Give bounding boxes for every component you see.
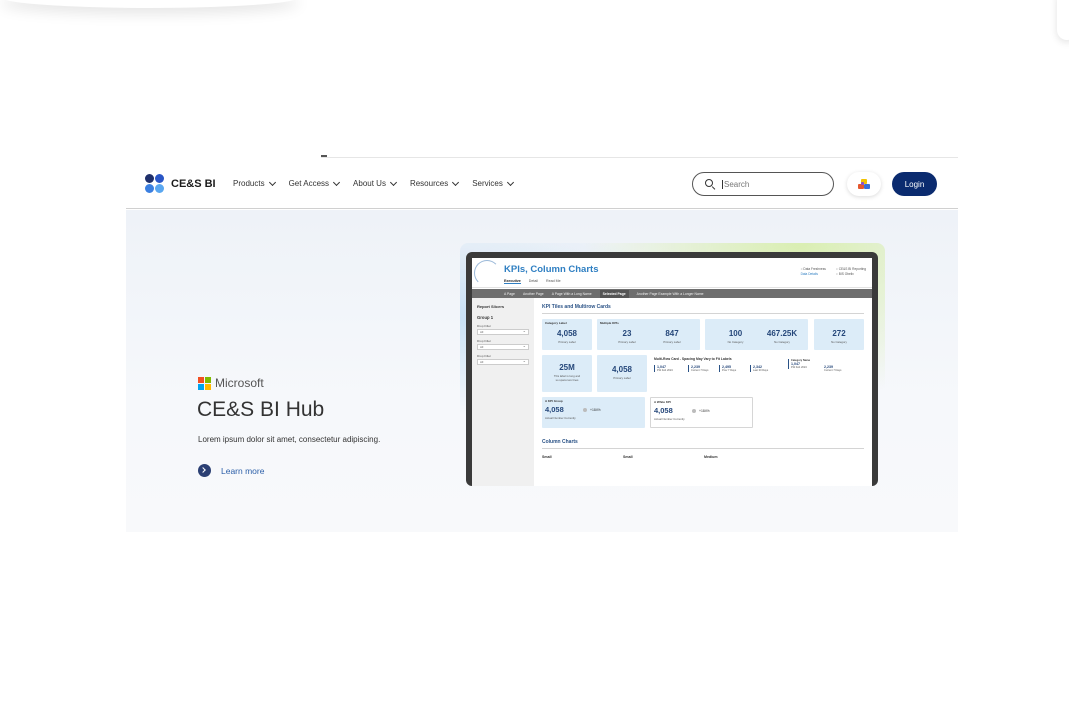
nav-item-services[interactable]: Services: [472, 178, 514, 188]
kpi-card: Category Label 4,058 Primary Label: [542, 319, 592, 350]
multirow-item: 2,239 Current 7 Days: [824, 365, 842, 372]
report-tabs: Executive Detail Read Me: [504, 279, 569, 284]
apps-icon: [858, 178, 870, 190]
report-page-item: Another Page Example With a Longer Name: [636, 291, 704, 296]
chevron-down-icon: [389, 178, 397, 186]
tablet-mockup: KPIs, Column Charts Executive Detail Rea…: [466, 252, 878, 486]
report-page-item: A Page: [504, 291, 515, 296]
hero-section: Microsoft CE&S BI Hub Lorem ipsum dolor …: [126, 210, 958, 532]
partner-brand: Microsoft: [198, 376, 264, 390]
partner-name: Microsoft: [215, 376, 264, 390]
microsoft-logo-icon: [198, 376, 211, 390]
kpi-card-multi: Multiple KPIs 23 Primary Label 847 Prima…: [597, 319, 700, 350]
nav-item-label: Services: [472, 179, 503, 188]
chevron-down-icon: [506, 178, 514, 186]
apps-button[interactable]: [847, 172, 881, 196]
slicer-label: Drop Filter: [477, 354, 492, 358]
nav-item-products[interactable]: Products: [233, 178, 276, 188]
report-page-nav: A Page Another Page A Page With a Long N…: [472, 289, 872, 298]
kpi-group-card: A KPI Group 4,058 +184% Actual Number Cu…: [542, 397, 645, 428]
navbar: CE&S BI Products Get Access About Us Res…: [126, 160, 958, 209]
logo-text: CE&S BI: [171, 177, 216, 190]
kpi-card-no-category: 100 No Category 467.25K No Category: [705, 319, 808, 350]
learn-more-label: Learn more: [221, 465, 265, 476]
nav-item-get-access[interactable]: Get Access: [288, 178, 341, 188]
report-page-item-selected: Selected Page: [599, 289, 629, 298]
report-main: KPI Tiles and Multirow Cards Category La…: [542, 298, 868, 486]
nav-item-label: About Us: [353, 179, 386, 188]
slicers-group: Group 1: [477, 315, 494, 320]
report-page-item: A Page With a Long Name: [551, 291, 592, 296]
slicers-title: Report Slicers: [477, 304, 505, 309]
report-logo-icon: [474, 260, 500, 286]
multirow-item: 2,342 Last 30 Days: [750, 365, 768, 372]
hero-title: CE&S BI Hub: [197, 398, 325, 421]
top-shadow: [0, 0, 300, 8]
search-input[interactable]: [722, 179, 822, 189]
multirow-title: Multi-Row Card - Spacing May Vary to Fit…: [654, 357, 732, 361]
site-frame: CE&S BI Products Get Access About Us Res…: [126, 150, 958, 532]
learn-more-link[interactable]: Learn more: [198, 464, 264, 477]
slicer-dropdown: All: [477, 343, 529, 350]
report-slicers: Report Slicers Group 1 Drop Filter All D…: [472, 298, 534, 486]
slicer-dropdown: All: [477, 328, 529, 335]
hero-subtitle: Lorem ipsum dolor sit amet, consectetur …: [198, 435, 381, 444]
frame-divider: [321, 157, 958, 158]
page: CE&S BI Products Get Access About Us Res…: [0, 0, 1069, 713]
report-header: KPIs, Column Charts Executive Detail Rea…: [472, 258, 872, 288]
kpi-card-long-label: 25M This label is long and so spans two …: [542, 355, 592, 392]
report-tab-detail: Detail: [528, 279, 538, 283]
chevron-down-icon: [452, 178, 460, 186]
search-icon: [705, 179, 715, 189]
slicer-label: Drop Filter: [477, 339, 492, 343]
nav-item-label: Get Access: [288, 179, 330, 188]
slicer-label: Drop Filter: [477, 324, 492, 328]
kpi-card: 272 No Category: [814, 319, 864, 350]
chevron-down-icon: [268, 178, 276, 186]
section-title-kpi: KPI Tiles and Multirow Cards: [542, 304, 611, 310]
report-tab-read-me: Read Me: [545, 279, 561, 283]
nav-item-label: Resources: [409, 179, 449, 188]
report-tab-executive: Executive: [504, 279, 521, 284]
section-title-charts: Column Charts: [542, 439, 578, 445]
nav-item-about-us[interactable]: About Us: [353, 178, 397, 188]
chart-label: Medium: [704, 455, 718, 459]
chevron-down-icon: [333, 178, 341, 186]
kpi-card: 4,058 Primary Label: [597, 355, 647, 392]
site-logo[interactable]: CE&S BI: [145, 174, 216, 193]
section-divider: [542, 448, 864, 449]
report-preview: KPIs, Column Charts Executive Detail Rea…: [472, 258, 872, 486]
chart-label: Small: [623, 455, 633, 459]
nav-item-resources[interactable]: Resources: [409, 178, 460, 188]
ces-bi-logo-icon: [145, 174, 164, 193]
multirow-item: 2,495 Prev 7 Days: [719, 365, 736, 372]
report-page-item: Another Page: [522, 291, 544, 296]
slicer-dropdown: All: [477, 358, 529, 365]
nav-item-label: Products: [233, 179, 265, 188]
report-meta-source: ○ CE&S BI Reporting ○ BIS Obelix: [835, 267, 866, 276]
multirow-item: 2,239 Current 7 Days: [688, 365, 708, 372]
section-divider: [542, 313, 864, 314]
multirow-item: 1,047 FW Feb 2024: [654, 365, 673, 372]
chart-label: Small: [542, 455, 552, 459]
frame-dash: [321, 155, 327, 157]
search-box[interactable]: [692, 172, 834, 196]
report-title: KPIs, Column Charts: [504, 264, 599, 275]
login-button[interactable]: Login: [892, 172, 937, 196]
white-kpi-card: A White KPI 4,058 +184% Actual Number Cu…: [650, 397, 753, 428]
multirow-item: Category Name 1,047 FW Feb 2024: [788, 359, 810, 369]
report-meta: ○ Data Freshness Data Details ○ CE&S BI …: [791, 267, 866, 277]
report-meta-freshness: ○ Data Freshness Data Details: [800, 267, 826, 276]
corner-panel: [1057, 0, 1069, 40]
chevron-right-circle-icon: [198, 464, 211, 477]
main-nav: Products Get Access About Us Resources S…: [233, 178, 527, 188]
